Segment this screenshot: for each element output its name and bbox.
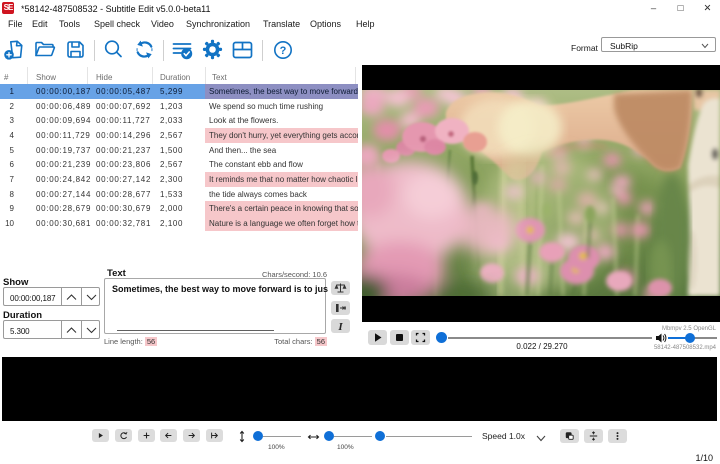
svg-text:I: I <box>337 321 343 333</box>
svg-text:?: ? <box>280 45 287 57</box>
